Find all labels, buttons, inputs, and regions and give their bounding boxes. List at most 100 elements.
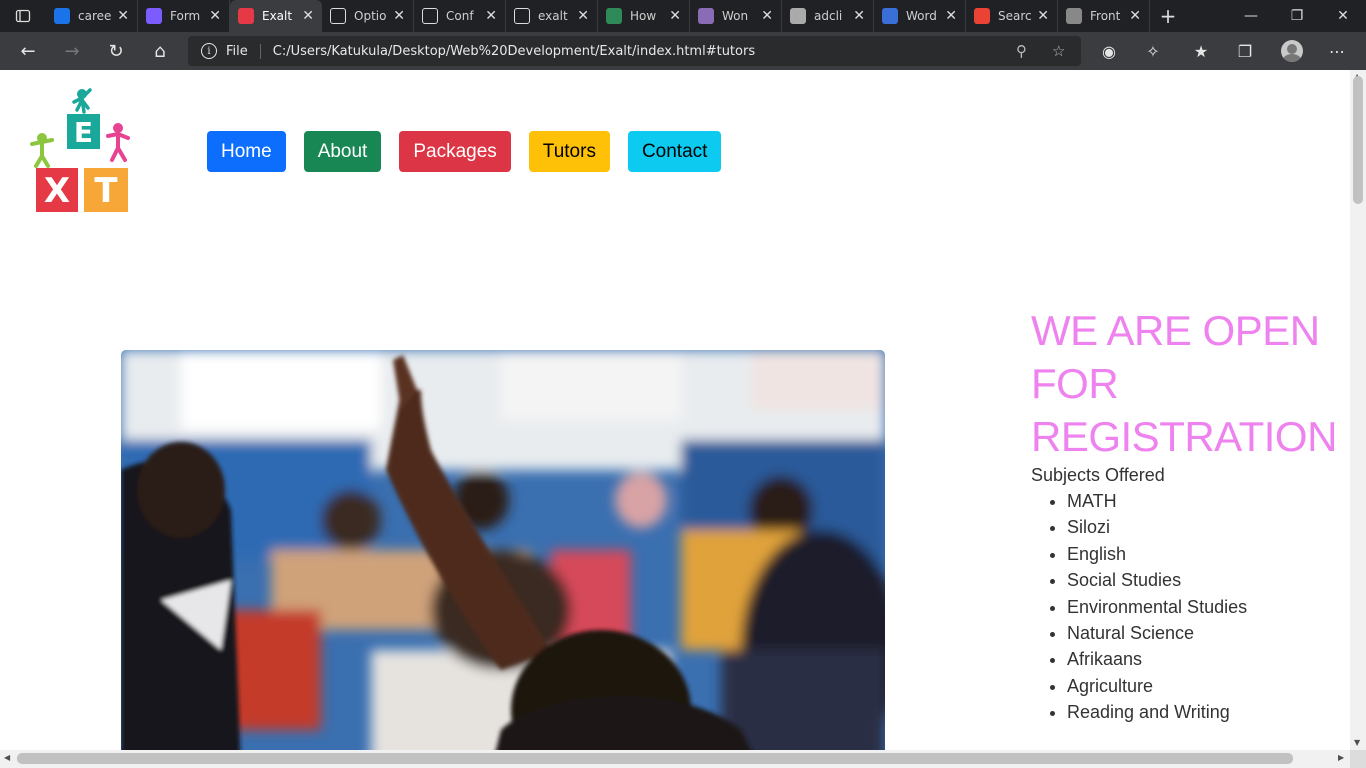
nav-about-button[interactable]: About	[303, 131, 382, 172]
add-favorite-icon[interactable]: ☆	[1052, 42, 1065, 60]
url-text[interactable]: C:/Users/Katukula/Desktop/Web%20Developm…	[273, 44, 755, 59]
tab-title: caree	[78, 9, 112, 23]
home-icon[interactable]: ⌂	[138, 32, 182, 70]
tab-close-icon[interactable]: ✕	[1129, 8, 1141, 24]
minimize-icon[interactable]: —	[1228, 0, 1274, 32]
list-item: English	[1067, 541, 1350, 567]
tab-close-icon[interactable]: ✕	[117, 8, 129, 24]
forward-icon[interactable]: →	[50, 32, 94, 70]
back-icon[interactable]: ←	[6, 32, 50, 70]
browser-tab-strip: caree ✕ Form ✕ Exalt ✕ Optio ✕ Conf ✕ exalt ✕ How ✕ Wo…	[0, 0, 1366, 32]
tab-list: caree ✕ Form ✕ Exalt ✕ Optio ✕ Conf ✕ exalt ✕ How ✕ Wo…	[46, 0, 1150, 32]
tab-title: Optio	[354, 9, 387, 23]
reload-icon[interactable]: ↻	[94, 32, 138, 70]
scroll-right-icon[interactable]: ▶	[1338, 753, 1344, 762]
nav-home-button[interactable]: Home	[207, 131, 286, 172]
site-info-icon[interactable]: i	[201, 43, 217, 59]
file-icon	[790, 8, 806, 24]
browser-tab[interactable]: Searc ✕	[966, 0, 1058, 32]
tab-title: Front	[1090, 9, 1121, 23]
exalt-icon	[238, 8, 254, 24]
browser-tab[interactable]: Conf ✕	[414, 0, 506, 32]
list-item: Silozi	[1067, 514, 1350, 540]
tab-title: adcli	[814, 9, 843, 23]
list-item: Social Studies	[1067, 567, 1350, 593]
close-window-icon[interactable]: ✕	[1320, 0, 1366, 32]
tab-close-icon[interactable]: ✕	[485, 8, 497, 24]
list-item: MATH	[1067, 488, 1350, 514]
tab-title: Conf	[446, 9, 474, 23]
tab-close-icon[interactable]: ✕	[853, 8, 865, 24]
browser-tab[interactable]: Front ✕	[1058, 0, 1150, 32]
zoom-icon[interactable]: ⚲	[1016, 42, 1027, 60]
tab-title: Won	[722, 9, 749, 23]
list-item: Agriculture	[1067, 673, 1350, 699]
scroll-left-icon[interactable]: ◀	[4, 753, 10, 762]
horizontal-scroll-thumb[interactable]	[17, 753, 1293, 764]
logo-letter-e: E	[74, 116, 93, 149]
logo-letter-t: T	[94, 171, 118, 211]
profile-avatar[interactable]	[1273, 32, 1311, 70]
list-item: Natural Science	[1067, 620, 1350, 646]
main-navigation: Home About Packages Tutors Contact	[207, 131, 739, 172]
browser-tab[interactable]: adcli ✕	[782, 0, 874, 32]
page-icon	[1066, 8, 1082, 24]
favorites-icon[interactable]: ★	[1182, 32, 1220, 70]
w-icon	[606, 8, 622, 24]
tab-title: Searc	[998, 9, 1032, 23]
browser-tab[interactable]: Won ✕	[690, 0, 782, 32]
browser-tab[interactable]: Word ✕	[874, 0, 966, 32]
exalt-logo: E X T	[30, 88, 130, 212]
collections-icon[interactable]: ❐	[1226, 32, 1264, 70]
tab-close-icon[interactable]: ✕	[577, 8, 589, 24]
new-tab-button[interactable]: +	[1150, 0, 1186, 32]
tab-close-icon[interactable]: ✕	[302, 8, 314, 24]
scheme-label: File	[226, 43, 261, 59]
classroom-photo	[121, 350, 885, 750]
tab-title: Exalt	[262, 9, 293, 23]
tab-title: How	[630, 9, 657, 23]
address-bar[interactable]: i File C:/Users/Katukula/Desktop/Web%20D…	[188, 36, 1081, 66]
form-icon	[146, 8, 162, 24]
registration-heading: WE ARE OPEN FOR REGISTRATION	[1031, 307, 1337, 460]
tab-close-icon[interactable]: ✕	[393, 8, 405, 24]
scroll-down-icon[interactable]: ▼	[1354, 738, 1360, 747]
web-page: E X T Home About Packages Tutors Contact	[0, 70, 1350, 750]
grid-icon	[882, 8, 898, 24]
vertical-scrollbar[interactable]: ▲ ▼	[1350, 70, 1366, 750]
horizontal-scrollbar[interactable]: ◀ ▶	[0, 750, 1350, 768]
github-icon	[422, 8, 438, 24]
github-icon	[330, 8, 346, 24]
registration-promo: WE ARE OPEN FOR REGISTRATION Subjects Of…	[1031, 304, 1350, 726]
vertical-scroll-thumb[interactable]	[1353, 76, 1363, 204]
nav-contact-button[interactable]: Contact	[627, 131, 722, 172]
nav-packages-button[interactable]: Packages	[399, 131, 511, 172]
bing-icon	[54, 8, 70, 24]
subjects-title: Subjects Offered	[1031, 465, 1165, 485]
window-controls: — ❐ ✕	[1228, 0, 1366, 32]
tab-close-icon[interactable]: ✕	[1037, 8, 1049, 24]
scrollbar-corner	[1350, 750, 1366, 768]
browser-tab[interactable]: How ✕	[598, 0, 690, 32]
browser-tab[interactable]: caree ✕	[46, 0, 138, 32]
tab-title: exalt	[538, 9, 568, 23]
tab-actions-icon[interactable]	[0, 0, 46, 32]
browser-tab[interactable]: Form ✕	[138, 0, 230, 32]
list-item: Reading and Writing	[1067, 699, 1350, 725]
nav-tutors-button[interactable]: Tutors	[528, 131, 610, 172]
tab-close-icon[interactable]: ✕	[209, 8, 221, 24]
browser-tab[interactable]: exalt ✕	[506, 0, 598, 32]
file-icon	[514, 8, 530, 24]
browser-tab[interactable]: Optio ✕	[322, 0, 414, 32]
browser-tab[interactable]: Exalt ✕	[230, 0, 322, 32]
restore-icon[interactable]: ❐	[1274, 0, 1320, 32]
extensions-icon[interactable]: ✧	[1134, 32, 1172, 70]
tab-close-icon[interactable]: ✕	[761, 8, 773, 24]
tab-title: Word	[906, 9, 937, 23]
logo-letter-x: X	[44, 171, 70, 211]
list-item: Environmental Studies	[1067, 594, 1350, 620]
more-menu-icon[interactable]: ⋯	[1318, 32, 1356, 70]
tab-close-icon[interactable]: ✕	[669, 8, 681, 24]
extension-camera-icon[interactable]: ◉	[1090, 32, 1128, 70]
tab-close-icon[interactable]: ✕	[945, 8, 957, 24]
